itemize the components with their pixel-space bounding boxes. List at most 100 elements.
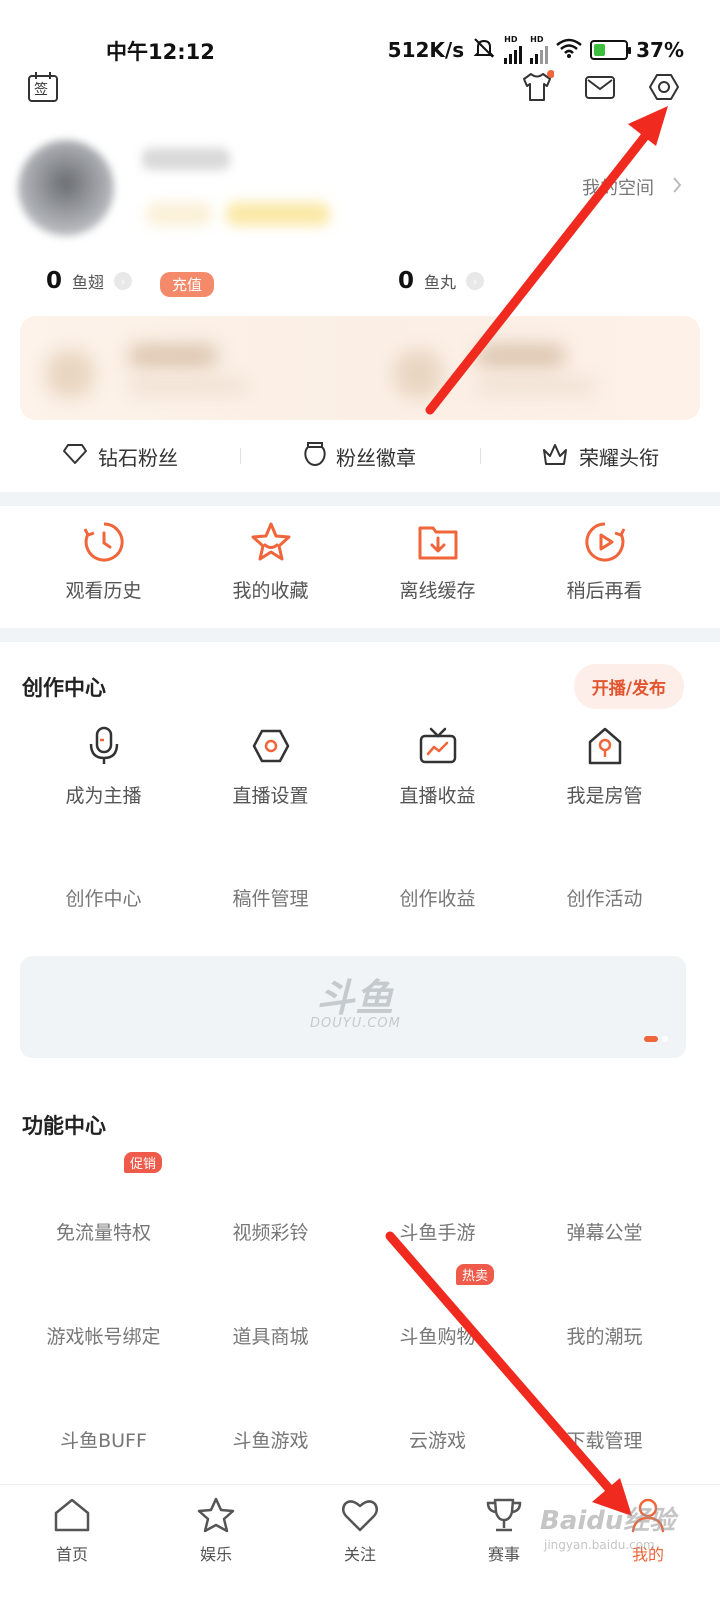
free-data-privilege-link[interactable]: 促销 免流量特权 bbox=[20, 1152, 187, 1245]
home-icon bbox=[52, 1497, 92, 1537]
manuscript-management-link[interactable]: 稿件管理 bbox=[187, 884, 354, 911]
chevron-right-icon: › bbox=[466, 272, 485, 290]
fish-wing-balance[interactable]: 0 鱼翅 › bbox=[46, 268, 133, 294]
watch-later-button[interactable]: 稍后再看 bbox=[521, 520, 688, 603]
function-label: 免流量特权 bbox=[55, 1222, 151, 1244]
tab-label: 首页 bbox=[55, 1545, 88, 1564]
chevron-right-icon bbox=[672, 176, 682, 199]
username-blurred bbox=[142, 148, 230, 170]
my-space-label: 我的空间 bbox=[582, 178, 654, 199]
function-row-1: 促销 免流量特权 视频彩铃 斗鱼手游 弹幕公堂 bbox=[20, 1152, 688, 1245]
creation-tool-label: 直播设置 bbox=[232, 785, 309, 807]
creation-links-row: 创作中心 稿件管理 创作收益 创作活动 bbox=[20, 884, 688, 911]
level-tag-blurred bbox=[146, 202, 212, 226]
douyu-buff-link[interactable]: 斗鱼BUFF bbox=[20, 1426, 187, 1453]
douyu-logo-text: 斗鱼 bbox=[316, 976, 395, 1020]
tab-home[interactable]: 首页 bbox=[0, 1485, 144, 1600]
danmaku-court-link[interactable]: 弹幕公堂 bbox=[521, 1218, 688, 1245]
microphone-icon bbox=[88, 726, 120, 771]
douyu-mobile-games-link[interactable]: 斗鱼手游 bbox=[354, 1218, 521, 1245]
profile-header[interactable]: 我的空间 bbox=[0, 126, 720, 256]
quick-action-label: 离线缓存 bbox=[399, 580, 476, 602]
offline-cache-button[interactable]: 离线缓存 bbox=[354, 520, 521, 603]
trophy-icon bbox=[484, 1497, 524, 1537]
sign-in-calendar-icon[interactable]: 签 bbox=[24, 68, 62, 106]
fan-badge-item[interactable]: 粉丝徽章 bbox=[240, 432, 480, 480]
hd-label: HD bbox=[504, 35, 518, 44]
status-indicators: 512K/s HD HD 37% bbox=[388, 36, 684, 64]
tab-entertainment[interactable]: 娱乐 bbox=[144, 1485, 288, 1600]
my-trendy-toys-link[interactable]: 我的潮玩 bbox=[521, 1322, 688, 1349]
tv-income-icon bbox=[419, 726, 457, 771]
promo-badge: 促销 bbox=[124, 1152, 163, 1173]
star-icon bbox=[196, 1497, 236, 1537]
watch-history-button[interactable]: 观看历史 bbox=[20, 520, 187, 603]
cloud-gaming-link[interactable]: 云游戏 bbox=[354, 1426, 521, 1453]
go-live-publish-button[interactable]: 开播/发布 bbox=[573, 664, 684, 709]
room-admin-icon bbox=[587, 726, 623, 771]
settings-icon[interactable] bbox=[645, 68, 683, 106]
pager-dot-active bbox=[644, 1036, 658, 1042]
fan-item-label: 钻石粉丝 bbox=[98, 445, 178, 470]
creation-tools-row: 成为主播 直播设置 直播收益 我是房管 bbox=[20, 726, 688, 808]
fish-ball-label: 鱼丸 bbox=[424, 273, 457, 292]
tab-follow[interactable]: 关注 bbox=[288, 1485, 432, 1600]
download-management-link[interactable]: 下载管理 bbox=[521, 1426, 688, 1453]
wifi-icon bbox=[556, 38, 582, 63]
top-bar: 签 bbox=[0, 68, 720, 114]
quick-actions-row: 观看历史 我的收藏 离线缓存 稍后再看 bbox=[20, 520, 688, 603]
tab-label: 关注 bbox=[343, 1545, 376, 1564]
fish-ball-count: 0 bbox=[398, 268, 415, 294]
heart-icon bbox=[340, 1497, 380, 1537]
creation-tool-label: 成为主播 bbox=[65, 785, 142, 807]
live-settings-button[interactable]: 直播设置 bbox=[187, 726, 354, 808]
annotation-arrow-mine bbox=[385, 1231, 617, 1497]
battery-percent: 37% bbox=[636, 38, 684, 62]
status-time: 中午12:12 bbox=[106, 40, 215, 64]
signal-2-icon: HD bbox=[530, 35, 549, 64]
mail-icon[interactable] bbox=[581, 68, 619, 106]
honor-title-item[interactable]: 荣耀头衔 bbox=[480, 432, 720, 480]
my-favorites-button[interactable]: 我的收藏 bbox=[187, 520, 354, 603]
recharge-button[interactable]: 充值 bbox=[160, 272, 215, 297]
my-space-link[interactable]: 我的空间 bbox=[582, 174, 682, 200]
promo-card-blurred[interactable] bbox=[20, 316, 700, 420]
star-icon bbox=[249, 520, 293, 564]
network-speed: 512K/s bbox=[387, 38, 465, 62]
history-icon bbox=[82, 520, 126, 564]
creation-center-link[interactable]: 创作中心 bbox=[20, 884, 187, 911]
game-account-binding-link[interactable]: 游戏帐号绑定 bbox=[20, 1322, 187, 1349]
shirt-icon[interactable] bbox=[518, 68, 556, 106]
baidu-watermark: Baidu经验 bbox=[540, 1506, 676, 1536]
signal-1-icon: HD bbox=[504, 35, 523, 64]
download-folder-icon bbox=[416, 520, 460, 564]
battery-icon bbox=[590, 40, 632, 60]
creation-income-link[interactable]: 创作收益 bbox=[354, 884, 521, 911]
avatar[interactable] bbox=[18, 140, 114, 236]
noble-tag-blurred bbox=[226, 202, 330, 226]
become-streamer-button[interactable]: 成为主播 bbox=[20, 726, 187, 808]
room-admin-button[interactable]: 我是房管 bbox=[521, 726, 688, 808]
douyu-games-link[interactable]: 斗鱼游戏 bbox=[187, 1426, 354, 1453]
section-divider bbox=[0, 492, 720, 506]
creation-tool-label: 直播收益 bbox=[399, 785, 476, 807]
creation-events-link[interactable]: 创作活动 bbox=[521, 884, 688, 911]
function-label: 斗鱼购物 bbox=[399, 1326, 476, 1348]
play-later-icon bbox=[583, 520, 627, 564]
fish-ball-balance[interactable]: 0 鱼丸 › bbox=[398, 268, 485, 294]
fan-item-label: 荣耀头衔 bbox=[579, 445, 659, 470]
props-mall-link[interactable]: 道具商城 bbox=[187, 1322, 354, 1349]
fish-wing-count: 0 bbox=[46, 268, 63, 294]
recharge-button-wrap[interactable]: 充值 bbox=[160, 272, 215, 297]
banner-carousel[interactable]: 斗鱼 DOUYU.COM bbox=[20, 956, 686, 1058]
video-ringtone-link[interactable]: 视频彩铃 bbox=[187, 1218, 354, 1245]
tab-label: 赛事 bbox=[487, 1545, 520, 1564]
hd-label: HD bbox=[530, 35, 544, 44]
baidu-watermark-url: jingyan.baidu.com bbox=[544, 1538, 655, 1552]
crown-icon bbox=[541, 442, 569, 471]
quick-action-label: 观看历史 bbox=[65, 580, 142, 602]
live-income-button[interactable]: 直播收益 bbox=[354, 726, 521, 808]
diamond-fans-item[interactable]: 钻石粉丝 bbox=[0, 432, 240, 480]
douyu-shopping-link[interactable]: 热卖 斗鱼购物 bbox=[354, 1264, 521, 1349]
pager-dot bbox=[662, 1036, 668, 1042]
